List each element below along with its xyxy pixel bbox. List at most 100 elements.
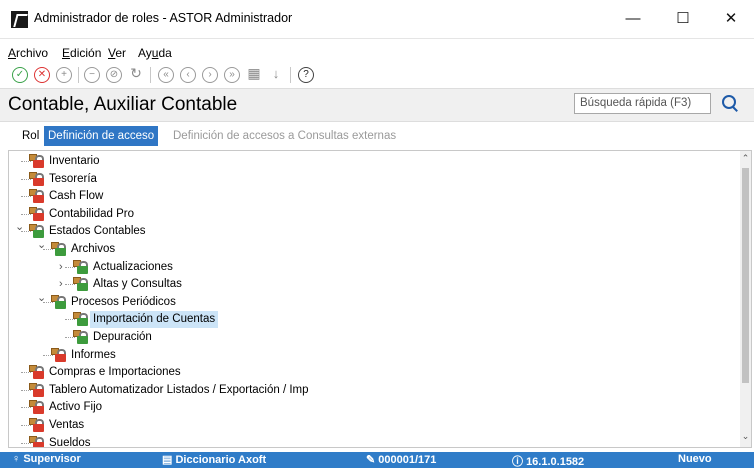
info-icon: ⓘ (512, 456, 527, 468)
scroll-up-icon[interactable]: ⌃ (741, 153, 750, 164)
tree-node[interactable]: Inventario (9, 153, 729, 170)
tree-node-label: Contabilidad Pro (49, 207, 135, 220)
tree-node[interactable]: ⌄ Procesos Periódicos (9, 292, 729, 311)
tree-node-label: Altas y Consultas (93, 278, 182, 291)
tree-connector (21, 196, 31, 198)
help-icon[interactable]: ? (298, 67, 314, 83)
status-bar: ♀ Supervisor ▤ Diccionario Axoft ✎ 00000… (0, 452, 754, 468)
unlocked-module-icon (73, 330, 88, 344)
locked-module-icon (29, 418, 44, 432)
chevron-down-icon[interactable]: ⌄ (15, 219, 24, 236)
prev-icon[interactable]: ‹ (180, 67, 196, 83)
tree-node-label: Tesorería (49, 172, 97, 185)
tree-node[interactable]: Activo Fijo (9, 399, 729, 416)
dictionary-status: ▤ Diccionario Axoft (162, 454, 267, 466)
record-header: Contable, Auxiliar Contable Búsqueda ráp… (0, 88, 754, 122)
sort-icon[interactable]: ↓ (268, 67, 284, 83)
maximize-button[interactable]: ☐ (660, 5, 706, 33)
next-icon[interactable]: › (202, 67, 218, 83)
grid-icon[interactable]: ▦ (246, 66, 262, 83)
toolbar-separator (290, 67, 291, 83)
tab-definicion-acceso[interactable]: Definición de acceso (44, 126, 159, 146)
menu-archivo[interactable]: Archivo (8, 46, 48, 60)
locked-module-icon (29, 189, 44, 204)
tree-connector (43, 354, 53, 357)
tree-connector (21, 372, 31, 374)
tree-node[interactable]: Depuración (9, 329, 729, 346)
tree-node[interactable]: Contabilidad Pro (9, 206, 729, 223)
tree-node-label: Informes (71, 348, 116, 361)
unlocked-module-icon (51, 294, 66, 309)
add-icon[interactable]: + (56, 67, 72, 83)
last-icon[interactable]: » (224, 67, 240, 83)
tree-node[interactable]: › Actualizaciones (9, 259, 729, 276)
tree-node[interactable]: Informes (9, 347, 729, 364)
tab-bar: Rol Definición de acceso Definición de a… (0, 126, 754, 146)
minimize-button[interactable]: — (610, 5, 656, 33)
tree-node-label: Sueldos (49, 436, 91, 448)
tree-node[interactable]: ⌄ Estados Contables (9, 221, 729, 240)
version-status: ⓘ 16.1.0.1582 (512, 456, 585, 468)
tree-node-label: Actualizaciones (93, 260, 173, 273)
menu-ver[interactable]: Ver (108, 46, 126, 60)
tree-node-label: Cash Flow (49, 190, 104, 203)
unlocked-module-icon (51, 242, 66, 256)
record-status: ✎ 000001/171 (366, 454, 437, 466)
tree-connector (21, 213, 31, 216)
toolbar-separator (150, 67, 151, 83)
locked-module-icon (29, 365, 44, 380)
locked-module-icon (29, 206, 44, 221)
tree-connector (21, 161, 31, 163)
locked-module-icon (29, 400, 44, 415)
chevron-right-icon[interactable]: › (59, 276, 63, 293)
ok-icon[interactable]: ✓ (12, 67, 28, 83)
chevron-down-icon[interactable]: ⌄ (37, 290, 46, 307)
tree-node-label: Importación de Cuentas (90, 311, 219, 329)
tab-rol[interactable]: Rol (18, 126, 43, 146)
quick-search-input[interactable]: Búsqueda rápida (F3) (574, 93, 711, 114)
remove-icon[interactable]: − (84, 67, 100, 83)
menu-edicion[interactable]: Edición (62, 46, 101, 60)
vertical-scrollbar[interactable]: ⌃ ⌄ (740, 151, 751, 447)
tab-consultas-externas: Definición de accesos a Consultas extern… (173, 130, 397, 142)
locked-module-icon (51, 347, 66, 362)
block-icon[interactable]: ⊘ (106, 67, 122, 83)
tree-node-label: Activo Fijo (49, 401, 103, 414)
locked-module-icon (29, 171, 44, 186)
tree-connector (21, 407, 31, 409)
tree-node[interactable]: Importación de Cuentas (9, 311, 729, 329)
title-bar: Administrador de roles - ASTOR Administr… (0, 0, 754, 39)
tree-node[interactable]: Compras e Importaciones (9, 364, 729, 381)
tree-node[interactable]: Tesorería (9, 171, 729, 188)
chevron-down-icon[interactable]: ⌄ (37, 237, 46, 254)
cancel-icon[interactable]: ✕ (34, 67, 50, 83)
toolbar-separator (78, 67, 79, 83)
tree-connector (21, 442, 31, 445)
tree-node-label: Ventas (49, 419, 85, 431)
close-button[interactable]: ✕ (708, 5, 754, 33)
refresh-icon[interactable]: ↻ (128, 66, 144, 83)
scroll-down-icon[interactable]: ⌄ (741, 431, 750, 442)
tree-node-label: Depuración (93, 331, 152, 343)
tree-connector (21, 178, 31, 181)
user-status: ♀ Supervisor (12, 453, 81, 465)
search-icon[interactable] (722, 95, 736, 109)
chevron-right-icon[interactable]: › (59, 259, 63, 276)
tree-node[interactable]: › Altas y Consultas (9, 276, 729, 293)
unlocked-module-icon (73, 312, 88, 327)
tree-node[interactable]: Ventas (9, 417, 729, 434)
tree-node[interactable]: ⌄ Archivos (9, 239, 729, 258)
tree-node[interactable]: Sueldos (9, 435, 729, 448)
locked-module-icon (29, 382, 44, 397)
scroll-thumb[interactable] (742, 168, 749, 383)
menu-ayuda[interactable]: Ayuda (138, 46, 172, 60)
mode-status: Nuevo (678, 453, 712, 465)
first-icon[interactable]: « (158, 67, 174, 83)
window-title: Administrador de roles - ASTOR Administr… (34, 11, 293, 25)
user-icon: ♀ (12, 453, 24, 465)
access-tree[interactable]: Inventario Tesorería Cash Flow Contabilidad… (8, 150, 752, 448)
menu-bar: Archivo Edición Ver Ayuda (0, 44, 754, 62)
locked-module-icon (29, 154, 44, 168)
tree-node[interactable]: Cash Flow (9, 188, 729, 205)
tree-node[interactable]: Tablero Automatizador Listados / Exporta… (9, 382, 729, 399)
